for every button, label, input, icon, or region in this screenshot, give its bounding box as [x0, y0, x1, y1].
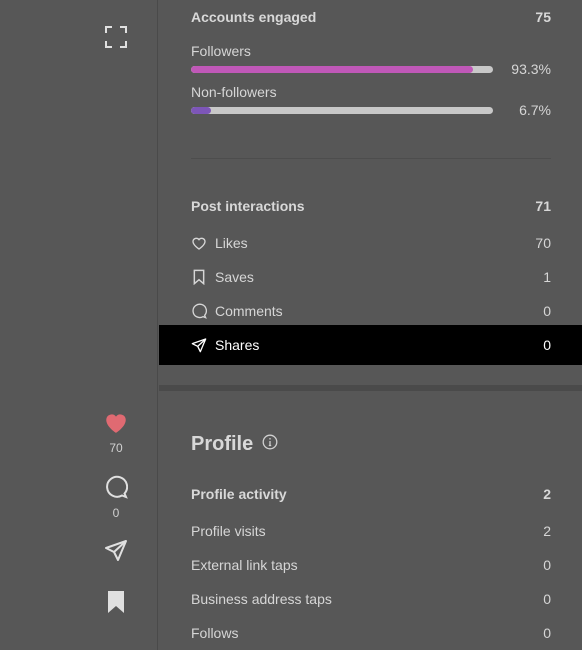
interaction-label: Shares [215, 337, 260, 353]
profile-item-label: Follows [191, 625, 239, 641]
nonfollowers-label: Non-followers [191, 84, 277, 100]
like-count: 70 [109, 441, 123, 455]
interaction-label: Saves [215, 269, 254, 285]
nonfollowers-bar-fill [191, 106, 212, 114]
followers-bar-track [191, 65, 493, 73]
profile-row-follows[interactable]: Follows 0 [191, 625, 551, 641]
section-separator [159, 385, 582, 391]
comment-icon[interactable] [104, 475, 129, 503]
post-interactions-total: 71 [535, 198, 551, 214]
heart-outline-icon [191, 235, 207, 251]
save-action[interactable] [96, 590, 136, 619]
profile-activity-title: Profile activity [191, 486, 287, 502]
followers-label: Followers [191, 43, 251, 59]
interaction-row-likes[interactable]: Likes 70 [191, 235, 551, 251]
accounts-engaged-total: 75 [535, 9, 551, 25]
divider [191, 158, 551, 159]
insights-panel: Accounts engaged 75 Followers 93.3% Non-… [159, 0, 582, 650]
interaction-value: 1 [543, 269, 551, 285]
interaction-label: Likes [215, 235, 248, 251]
interaction-row-comments[interactable]: Comments 0 [191, 303, 551, 319]
accounts-engaged-header: Accounts engaged 75 [191, 9, 551, 25]
nonfollowers-percent: 6.7% [519, 102, 551, 118]
profile-activity-total: 2 [543, 486, 551, 502]
heart-icon[interactable] [103, 414, 129, 438]
followers-bar-fill [191, 65, 473, 73]
nonfollowers-bar-row: 6.7% [191, 100, 551, 120]
profile-item-label: Profile visits [191, 523, 266, 539]
interaction-row-shares[interactable]: Shares 0 [191, 337, 551, 353]
profile-item-label: External link taps [191, 557, 298, 573]
info-icon[interactable] [262, 434, 278, 455]
profile-row-visits[interactable]: Profile visits 2 [191, 523, 551, 539]
profile-section-header: Profile [191, 433, 278, 456]
interaction-row-saves[interactable]: Saves 1 [191, 269, 551, 286]
followers-percent: 93.3% [511, 61, 551, 77]
profile-row-business-address-taps[interactable]: Business address taps 0 [191, 591, 551, 607]
profile-item-value: 0 [543, 591, 551, 607]
profile-item-label: Business address taps [191, 591, 332, 607]
like-action[interactable]: 70 [96, 410, 136, 455]
interaction-label: Comments [215, 303, 283, 319]
profile-row-external-link-taps[interactable]: External link taps 0 [191, 557, 551, 573]
profile-item-value: 0 [543, 625, 551, 641]
comment-outline-icon [191, 303, 208, 319]
send-icon[interactable] [104, 540, 128, 566]
profile-item-value: 0 [543, 557, 551, 573]
followers-label-row: Followers [191, 43, 551, 59]
interaction-value: 70 [535, 235, 551, 251]
bookmark-outline-icon [191, 269, 207, 286]
profile-title: Profile [191, 433, 254, 455]
post-side-column: 70 0 [0, 0, 158, 650]
comment-count: 0 [112, 506, 120, 520]
comment-action[interactable]: 0 [96, 475, 136, 520]
bookmark-icon[interactable] [105, 591, 127, 618]
accounts-engaged-title: Accounts engaged [191, 9, 317, 25]
interaction-value: 0 [543, 303, 551, 319]
share-action[interactable] [96, 538, 136, 567]
profile-item-value: 2 [543, 523, 551, 539]
post-interactions-title: Post interactions [191, 198, 305, 214]
nonfollowers-bar-track [191, 106, 493, 114]
interaction-value: 0 [543, 337, 551, 353]
profile-activity-header: Profile activity 2 [191, 486, 551, 502]
followers-bar-row: 93.3% [191, 59, 551, 79]
send-outline-icon [191, 337, 207, 353]
post-interactions-header: Post interactions 71 [191, 198, 551, 214]
expand-icon[interactable] [104, 25, 128, 49]
nonfollowers-label-row: Non-followers [191, 84, 551, 100]
